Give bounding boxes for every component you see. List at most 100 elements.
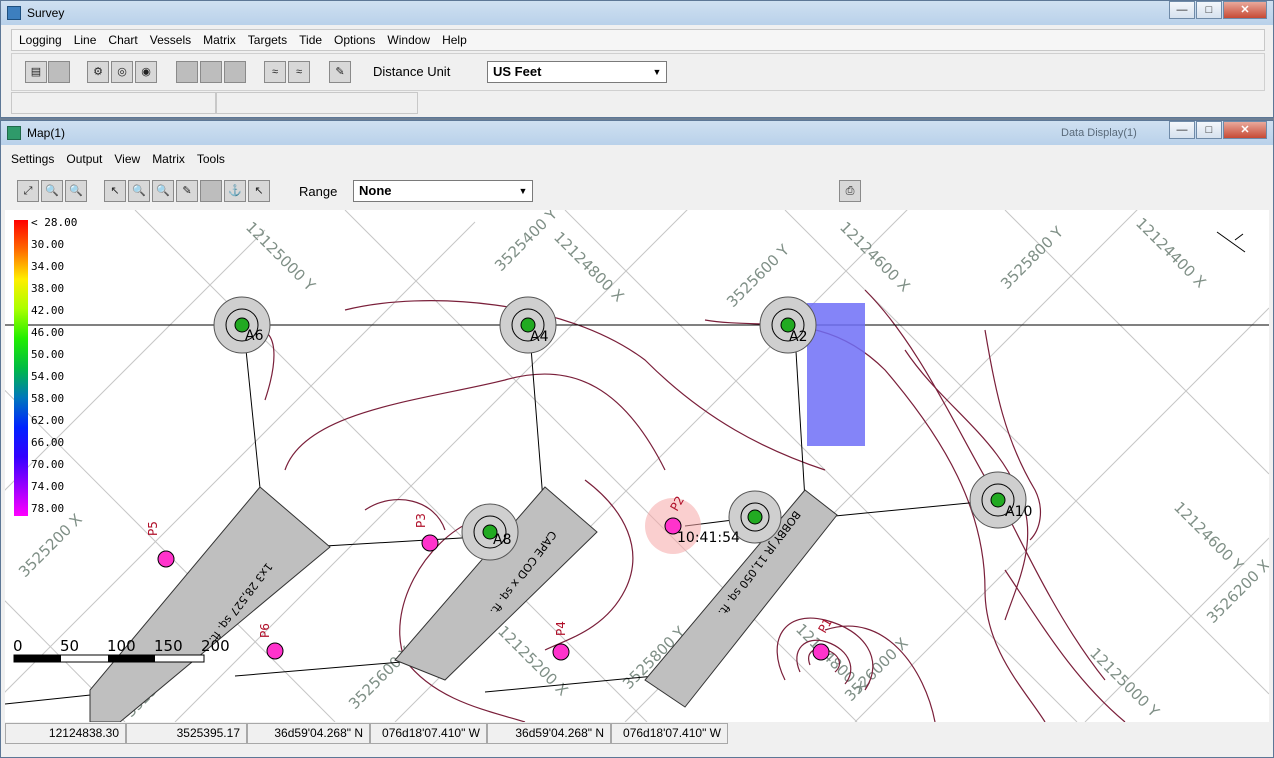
zoom-window-icon[interactable]: 🔍 [128,180,150,202]
grid-label: 12124800 X [550,228,627,305]
anchor-icon[interactable]: ⚓ [224,180,246,202]
legend-value: 50.00 [31,348,64,361]
menu-settings[interactable]: Settings [5,152,60,166]
menu-line[interactable]: Line [68,33,103,47]
tide-up-icon[interactable]: ≈ [264,61,286,83]
map-status-bar: 12124838.30 3525395.17 36d59'04.268" N 0… [5,723,1269,745]
status-lat-2: 36d59'04.268" N [487,723,611,744]
print-icon[interactable]: ⎙ [839,180,861,202]
menu-view[interactable]: View [108,152,146,166]
menu-vessels[interactable]: Vessels [144,33,197,47]
legend-value: 46.00 [31,326,64,339]
close-button[interactable]: ✕ [1223,1,1267,19]
survey-menubar: Logging Line Chart Vessels Matrix Target… [13,33,473,47]
menu-chart[interactable]: Chart [102,33,143,47]
target-ring-icon[interactable]: ◉ [135,61,157,83]
legend-value: 78.00 [31,502,64,515]
survey-status-pane-2 [216,92,418,114]
svg-text:P6: P6 [258,623,272,638]
map-drawing[interactable]: 12125000 Y 3525400 Y 12124800 X 3525600 … [5,210,1269,722]
survey-window-title: Survey [27,6,65,20]
pointer-icon[interactable]: ↖ [104,180,126,202]
vessel-setup-icon[interactable]: ⚙ [87,61,109,83]
tide-down-icon[interactable]: ≈ [288,61,310,83]
map-canvas[interactable]: 12125000 Y 3525400 Y 12124800 X 3525600 … [5,210,1269,722]
draw-color-icon[interactable]: ✎ [176,180,198,202]
menu-options[interactable]: Options [328,33,381,47]
status-x: 12124838.30 [5,723,126,744]
map-titlebar[interactable]: Map(1) Data Display(1) — □ ✕ [1,121,1273,145]
grid-label: 12124600 Y [1170,498,1247,575]
legend-value: 38.00 [31,282,64,295]
toolbar-blank-button-3[interactable] [200,61,222,83]
grid-label: 3525800 Y [997,222,1067,292]
menu-output[interactable]: Output [60,152,108,166]
station-label: A4 [530,329,549,345]
svg-text:0: 0 [13,637,23,655]
time-label: 10:41:54 [677,530,740,546]
maximize-button[interactable]: □ [1196,1,1222,19]
status-lat-1: 36d59'04.268" N [247,723,370,744]
zoom-out-icon[interactable]: 🔍 [65,180,87,202]
toolbar-blank-button-1[interactable] [48,61,70,83]
menu-window[interactable]: Window [381,33,436,47]
grid-label: 3525400 Y [491,210,561,275]
target-icon[interactable]: ◎ [111,61,133,83]
map-app-icon [7,126,21,140]
grid-label: 3525200 X [15,510,86,581]
north-arrow-icon [1216,231,1246,253]
status-lon-1: 076d18'07.410" W [370,723,487,744]
status-lon-2: 076d18'07.410" W [611,723,728,744]
menu-tide[interactable]: Tide [293,33,328,47]
menu-help[interactable]: Help [436,33,473,47]
legend-value: 54.00 [31,370,64,383]
station-a2: A2 [759,296,817,354]
logging-notes-icon[interactable]: ▤ [25,61,47,83]
grid-label: 12125000 Y [242,218,319,295]
station-label: A10 [1005,504,1032,520]
status-y: 3525395.17 [126,723,247,744]
station-a10: A10 [969,471,1032,529]
chart-edit-icon[interactable]: ✎ [329,61,351,83]
zoom-extents-icon[interactable]: ⤢ [17,180,39,202]
distance-unit-value: US Feet [493,64,542,79]
svg-text:100: 100 [107,637,136,655]
range-select[interactable]: None ▼ [353,180,533,202]
marker-p3: P3 [414,513,439,552]
survey-status-pane-1 [11,92,216,114]
map-maximize-button[interactable]: □ [1196,121,1222,139]
chevron-down-icon: ▼ [652,67,662,77]
zoom-select-icon[interactable]: 🔍 [152,180,174,202]
pointer-info-icon[interactable]: ↖ [248,180,270,202]
station-a4: A4 [499,296,557,354]
station-label: A2 [789,329,807,345]
legend-value: 42.00 [31,304,64,317]
stations: A6 A4 A2 A8 A10 [213,296,1032,561]
survey-titlebar[interactable]: Survey — □ ✕ [1,1,1273,25]
svg-text:50: 50 [60,637,79,655]
legend-value: 34.00 [31,260,64,273]
toolbar-blank-button-2[interactable] [176,61,198,83]
legend-value: 66.00 [31,436,64,449]
menu-logging[interactable]: Logging [13,33,68,47]
menu-map-matrix[interactable]: Matrix [146,152,191,166]
range-value: None [359,183,392,198]
minimize-button[interactable]: — [1169,1,1195,19]
chevron-down-icon: ▼ [518,186,528,196]
svg-text:200: 200 [201,637,230,655]
menu-matrix[interactable]: Matrix [197,33,242,47]
station-a6: A6 [213,296,271,354]
map-close-button[interactable]: ✕ [1223,121,1267,139]
distance-unit-select[interactable]: US Feet ▼ [487,61,667,83]
menu-targets[interactable]: Targets [242,33,293,47]
map-minimize-button[interactable]: — [1169,121,1195,139]
toolbar-blank-button-4[interactable] [224,61,246,83]
zoom-in-icon[interactable]: 🔍 [41,180,63,202]
map-blank-button[interactable] [200,180,222,202]
station-label: A8 [493,532,511,548]
legend-value: 30.00 [31,238,64,251]
map-window-title: Map(1) [27,126,66,140]
menu-tools[interactable]: Tools [191,152,231,166]
marker-p6: P6 [258,623,284,660]
svg-text:150: 150 [154,637,183,655]
